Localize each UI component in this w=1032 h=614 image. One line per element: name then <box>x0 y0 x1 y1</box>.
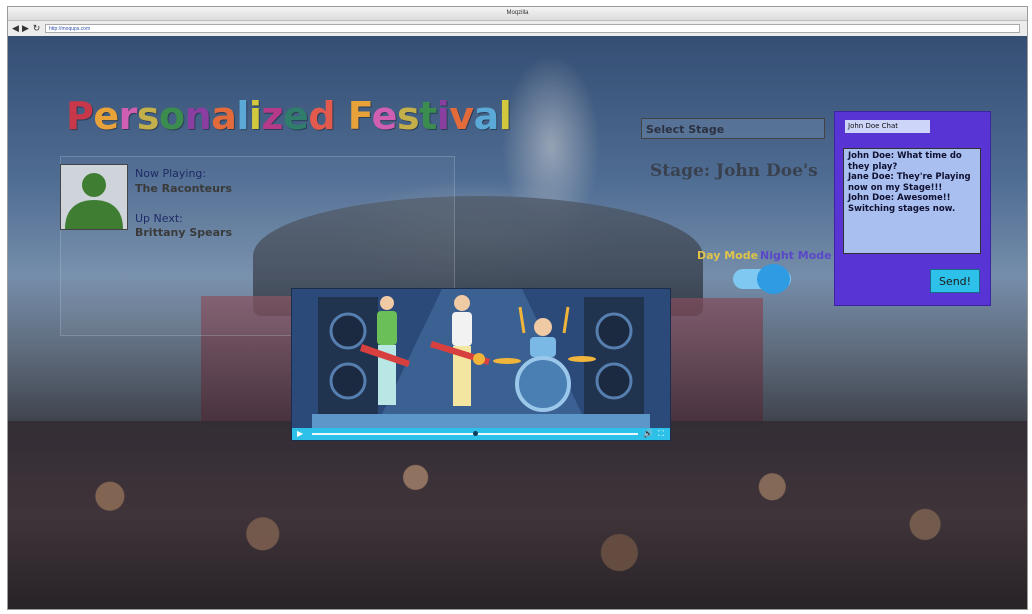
chat-panel: John Doe Chat John Doe: What time do the… <box>834 111 991 306</box>
chat-message: Jane Doe: They're Playing now on my Stag… <box>848 172 971 193</box>
chat-title: John Doe Chat <box>845 120 930 133</box>
video-player[interactable]: ▶ 🔊 ⛶ <box>291 288 671 441</box>
chat-message: John Doe: Awesome!! Switching stages now… <box>848 193 956 214</box>
reload-icon[interactable]: ↻ <box>32 23 41 34</box>
window-title: Moqzilla <box>8 7 1027 21</box>
play-icon[interactable]: ▶ <box>297 429 303 439</box>
url-bar[interactable]: http://moqups.com <box>45 24 1020 33</box>
current-stage-label: Stage: John Doe's <box>650 161 818 181</box>
video-progress-knob[interactable] <box>473 431 478 436</box>
festival-page: Personalized Festival Now Playing: The R… <box>8 36 1027 609</box>
browser-toolbar: ◀ ▶ ↻ http://moqups.com <box>8 21 1027 37</box>
volume-icon[interactable]: 🔊 <box>643 429 653 439</box>
forward-arrow-icon[interactable]: ▶ <box>21 23 30 34</box>
page-title: Personalized Festival <box>66 94 512 138</box>
up-next-label: Up Next: <box>135 212 183 225</box>
chat-message: John Doe: What time do they play? <box>848 151 962 172</box>
person-silhouette-icon <box>60 164 128 230</box>
now-playing-artist: The Raconteurs <box>135 182 232 195</box>
up-next-artist: Brittany Spears <box>135 226 233 239</box>
band-on-stage-illustration <box>292 289 670 428</box>
mode-toggle-knob[interactable] <box>757 264 790 294</box>
night-mode-label[interactable]: Night Mode <box>760 249 832 262</box>
send-button[interactable]: Send! <box>930 269 980 293</box>
chat-log[interactable]: John Doe: What time do they play? Jane D… <box>843 148 981 254</box>
video-control-bar: ▶ 🔊 ⛶ <box>292 428 670 440</box>
fullscreen-icon[interactable]: ⛶ <box>658 429 664 439</box>
day-mode-label[interactable]: Day Mode <box>697 249 758 262</box>
browser-window: Moqzilla ◀ ▶ ↻ http://moqups.com Persona… <box>7 6 1028 610</box>
back-arrow-icon[interactable]: ◀ <box>11 23 20 34</box>
now-playing-label: Now Playing: <box>135 167 207 180</box>
select-stage-dropdown[interactable]: Select Stage <box>641 118 825 139</box>
